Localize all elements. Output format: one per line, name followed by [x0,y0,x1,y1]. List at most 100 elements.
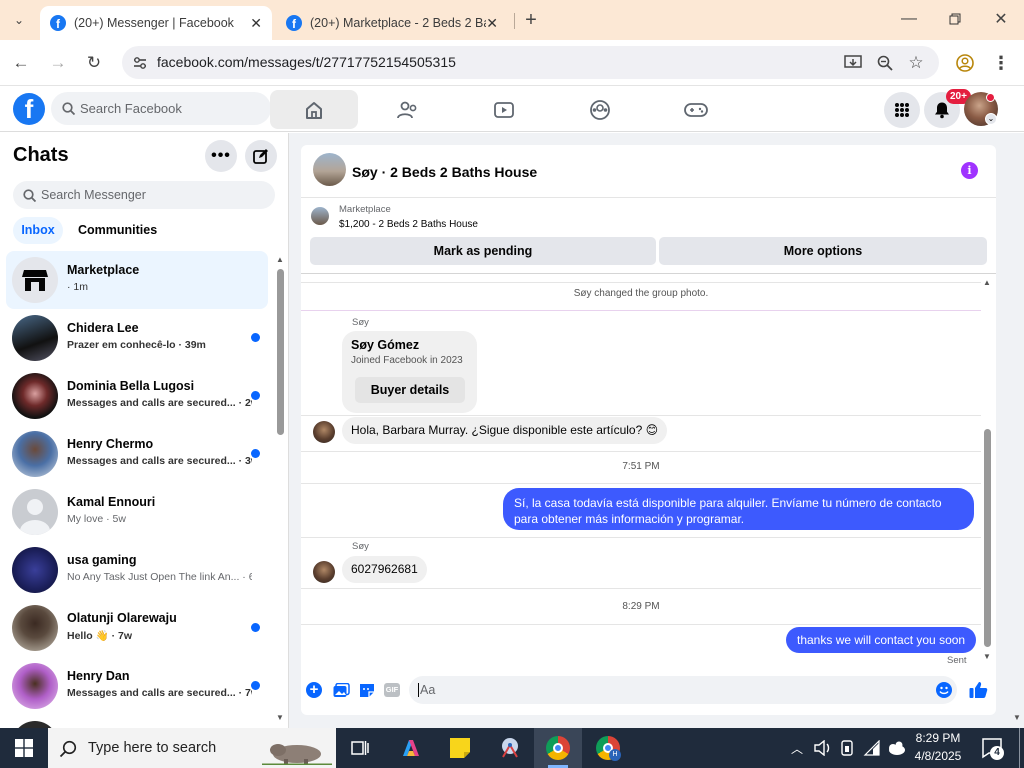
chat-item[interactable]: usa gaming No Any Task Just Open The lin… [6,541,268,599]
message-divider [301,624,981,625]
chat-item[interactable]: Chidera Lee Prazer em conhecê-lo · 39m [6,309,268,367]
chats-title: Chats [13,144,69,166]
chat-options-icon[interactable]: ••• [205,140,237,172]
message-divider [301,451,981,452]
forward-icon[interactable]: → [47,52,69,74]
scroll-down-arrow-icon[interactable]: ▼ [983,652,991,661]
close-tab-icon[interactable]: ✕ [250,15,262,32]
chat-item[interactable]: Henry Dan Messages and calls are secured… [6,657,268,715]
back-icon[interactable]: ← [10,52,32,74]
taskbar-search-box[interactable]: Type here to search [48,728,336,768]
sticky-notes-icon[interactable] [448,736,472,760]
tab-marketplace[interactable]: f (20+) Marketplace - 2 Beds 2 Ba ✕ [276,6,508,40]
chat-item-marketplace[interactable]: Marketplace · 1m [6,251,268,309]
nav-home[interactable] [270,90,358,129]
sender-avatar[interactable] [313,561,335,583]
snipping-tool-icon[interactable] [497,736,523,760]
show-desktop-divider[interactable] [1019,728,1020,768]
hidden-icons-chevron-icon[interactable]: ︿ [789,740,805,756]
weather-cloud-icon[interactable] [885,739,907,757]
bookmark-star-icon[interactable]: ☆ [905,52,927,74]
install-app-icon[interactable] [842,52,864,74]
conversation-title[interactable]: Søy · 2 Beds 2 Baths House [352,164,537,180]
chrome-active-taskbar-item[interactable] [534,728,582,768]
taskbar-time[interactable]: 8:29 PM [910,731,966,745]
copilot-icon[interactable] [399,737,423,759]
notification-center-icon[interactable]: 4 [981,737,1005,760]
more-options-button[interactable]: More options [659,237,987,265]
listing-mini-thumbnail [311,207,329,225]
close-window-icon[interactable]: ✕ [990,8,1012,30]
timestamp-separator: 8:29 PM [622,601,660,612]
groups-icon[interactable] [589,99,611,121]
profile-icon[interactable] [954,52,976,74]
wifi-icon[interactable] [862,739,882,757]
chat-item[interactable]: Olatunji Olarewaju Hello 👋 · 7w [6,599,268,657]
url-text[interactable]: facebook.com/messages/t/2771775215450531… [157,54,456,70]
restore-icon[interactable] [944,8,966,30]
search-icon [58,739,78,759]
message-divider [301,310,981,311]
outgoing-message: thanks we will contact you soon [786,627,977,653]
chat-name: Kamal Ennouri [67,495,156,509]
menu-grid-icon[interactable] [884,92,920,128]
sender-avatar[interactable] [313,421,335,443]
scroll-up-arrow-icon[interactable]: ▲ [983,278,991,287]
tab-search-icon[interactable]: ⌄ [8,10,30,30]
buyer-details-button[interactable]: Buyer details [355,377,465,403]
browser-menu-icon[interactable]: ⋮ [990,52,1012,74]
facebook-logo[interactable]: f [13,93,45,125]
scroll-up-arrow-icon[interactable]: ▲ [276,255,284,265]
new-tab-icon[interactable]: + [520,9,542,31]
mark-as-pending-button[interactable]: Mark as pending [310,237,656,265]
close-tab-icon[interactable]: ✕ [486,15,498,32]
sticker-icon[interactable] [358,682,376,698]
timestamp-separator: 7:51 PM [622,461,660,472]
windows-start-icon[interactable] [14,739,34,757]
gaming-icon[interactable] [684,99,708,121]
address-bar[interactable]: facebook.com/messages/t/2771775215450531… [122,46,939,79]
new-message-icon[interactable] [245,140,277,172]
conversation-scrollbar-thumb[interactable] [984,429,991,647]
attach-photo-icon[interactable] [332,682,350,698]
notification-count: 4 [990,746,1004,760]
like-thumbs-up-icon[interactable] [968,680,988,700]
chat-item[interactable]: Henry Chermo Messages and calls are secu… [6,425,268,483]
message-composer-input[interactable]: Aa [409,676,957,704]
conversation-area: Søy · 2 Beds 2 Baths House i Marketplace… [289,133,1024,728]
chrome-profile-icon[interactable]: H [596,736,621,761]
chat-item-partial[interactable] [6,715,268,728]
taskbar-date[interactable]: 4/8/2025 [910,749,966,763]
message-divider [301,537,981,538]
watch-icon[interactable] [493,99,515,121]
filter-communities[interactable]: Communities [78,223,157,237]
reload-icon[interactable]: ↻ [83,52,105,74]
default-avatar-icon [12,489,58,535]
friends-icon[interactable] [397,99,419,121]
messenger-search-input[interactable]: Search Messenger [13,181,275,209]
conversation-panel: Søy · 2 Beds 2 Baths House i Marketplace… [301,145,996,715]
avatar [12,721,58,728]
chat-item[interactable]: Kamal Ennouri My love · 5w [6,483,268,541]
minimize-icon[interactable]: — [898,8,920,30]
info-icon[interactable]: i [961,162,978,179]
account-chevron-icon[interactable]: ⌄ [985,113,997,125]
site-info-icon[interactable] [130,53,150,73]
sidebar-scrollbar-thumb[interactable] [277,269,284,435]
chat-item[interactable]: Dominia Bella Lugosi Messages and calls … [6,367,268,425]
listing-thumbnail[interactable] [313,153,346,186]
gif-icon[interactable]: GIF [384,683,400,697]
scroll-down-arrow-icon[interactable]: ▼ [276,713,284,723]
battery-icon[interactable] [838,739,856,757]
task-view-icon[interactable] [350,738,370,758]
home-icon [304,100,324,120]
volume-icon[interactable] [813,739,833,757]
filter-inbox[interactable]: Inbox [13,217,63,244]
facebook-search-input[interactable]: Search Facebook [51,92,271,125]
add-actions-icon[interactable]: + [306,682,322,698]
zoom-icon[interactable] [874,52,896,74]
tab-messenger[interactable]: f (20+) Messenger | Facebook ✕ [40,6,272,40]
emoji-icon[interactable] [936,682,952,698]
search-placeholder: Search Facebook [80,101,182,116]
page-scroll-down-arrow-icon[interactable]: ▼ [1013,713,1021,722]
